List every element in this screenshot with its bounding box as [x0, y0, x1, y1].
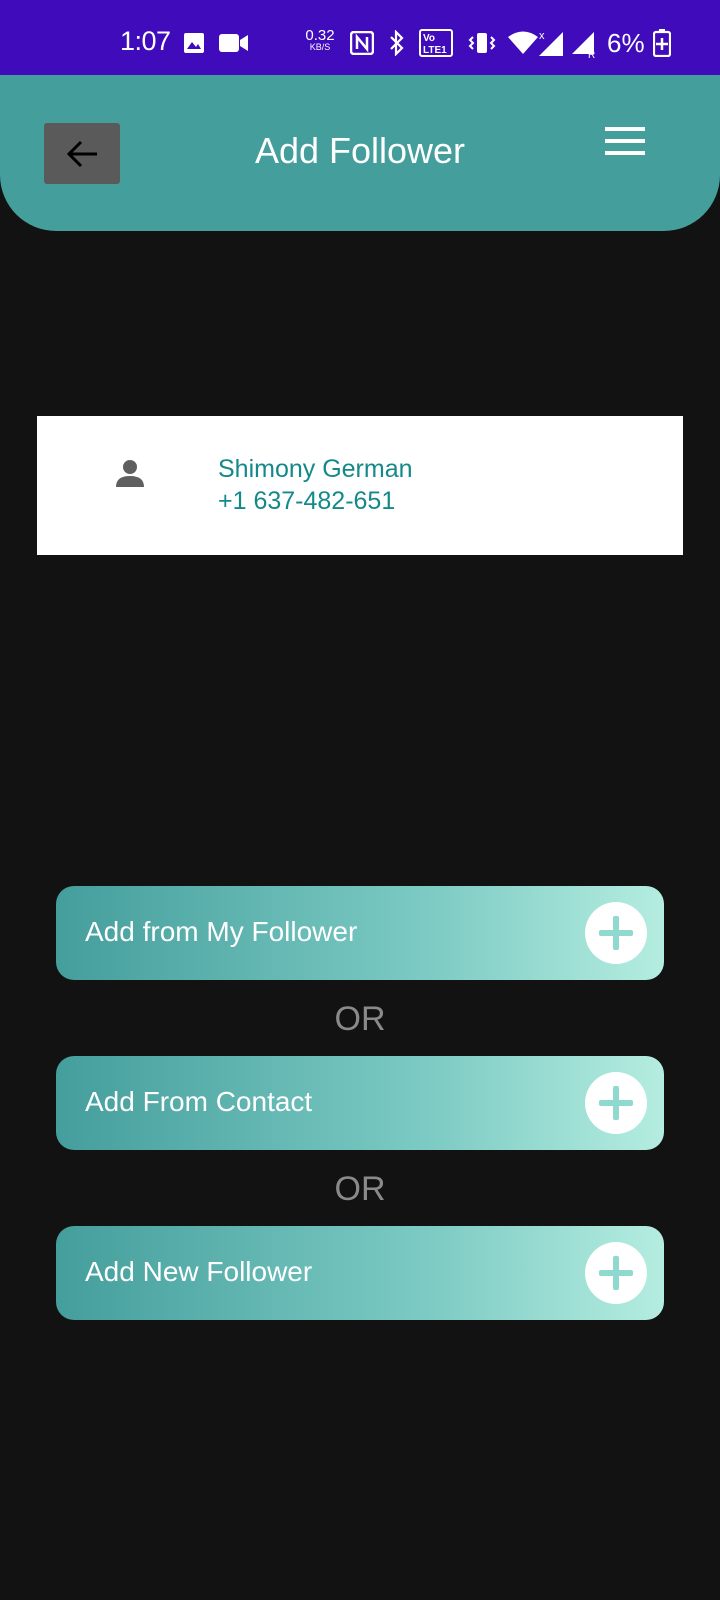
network-speed: 0.32 KB/S: [302, 28, 338, 52]
or-separator: OR: [334, 1170, 386, 1208]
svg-text:R: R: [588, 50, 595, 58]
action-label: Add from My Follower: [85, 916, 358, 947]
wifi-icon: [508, 31, 538, 54]
menu-button[interactable]: [602, 125, 648, 157]
action-label: Add New Follower: [85, 1256, 313, 1287]
status-time: 1:07: [120, 26, 171, 56]
volte-icon: Vo LTE1: [419, 29, 453, 57]
person-icon: [116, 460, 144, 487]
network-speed-value: 0.32: [305, 27, 335, 44]
plus-icon: [585, 902, 647, 964]
network-speed-unit: KB/S: [309, 42, 331, 52]
contact-card[interactable]: Shimony German +1 637-482-651: [37, 416, 683, 555]
add-from-my-follower-button[interactable]: Add from My Follower: [56, 886, 664, 980]
or-separator: OR: [334, 1000, 386, 1038]
app-header: Add Follower: [0, 75, 720, 231]
svg-text:Vo: Vo: [423, 33, 435, 44]
battery-percentage: 6%: [607, 28, 645, 58]
nfc-icon: [350, 31, 374, 55]
contact-phone: +1 637-482-651: [218, 487, 396, 515]
svg-text:x: x: [539, 30, 545, 42]
bluetooth-icon: [390, 30, 404, 56]
hamburger-menu-icon: [605, 127, 645, 131]
svg-text:LTE1: LTE1: [423, 45, 447, 56]
action-label: Add From Contact: [85, 1086, 313, 1117]
contact-name: Shimony German: [218, 455, 413, 483]
battery-icon: [653, 29, 671, 57]
plus-icon: [585, 1242, 647, 1304]
add-from-contact-button[interactable]: Add From Contact: [56, 1056, 664, 1150]
video-icon: [219, 34, 248, 52]
signal-roaming-icon: R: [572, 32, 595, 58]
signal-icon: x: [539, 30, 563, 56]
add-new-follower-button[interactable]: Add New Follower: [56, 1226, 664, 1320]
gallery-icon: [184, 33, 204, 53]
vibrate-icon: [468, 33, 496, 53]
plus-icon: [585, 1072, 647, 1134]
status-bar: 1:07 0.32 KB/S Vo LTE1 x R 6%: [0, 0, 720, 75]
